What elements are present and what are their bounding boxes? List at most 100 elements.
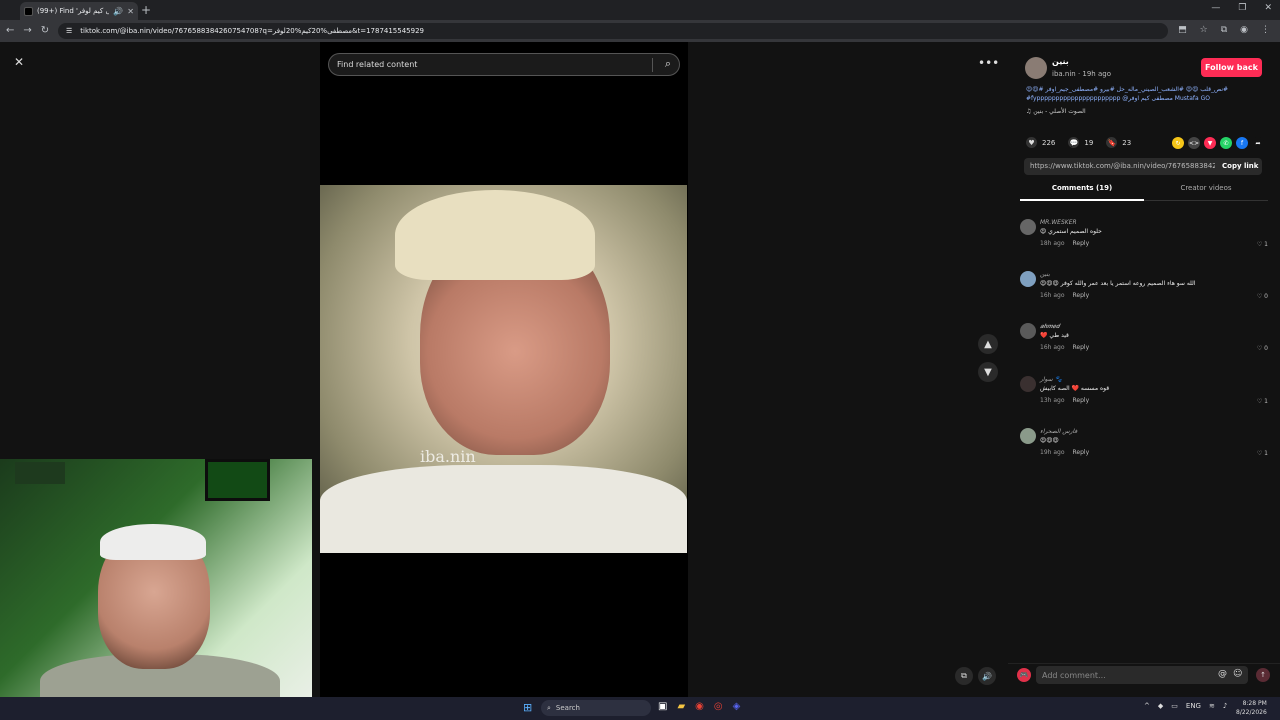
next-video-icon[interactable]: ▼ xyxy=(978,362,998,382)
app-icon[interactable]: ◎ xyxy=(714,701,723,712)
reply-button[interactable]: Reply xyxy=(1073,449,1090,456)
tab-creator-videos[interactable]: Creator videos xyxy=(1144,184,1268,201)
heart-icon: ♥ xyxy=(1026,137,1037,148)
reply-button[interactable]: Reply xyxy=(1073,240,1090,247)
add-comment-input[interactable]: Add comment... xyxy=(1036,666,1248,684)
close-video-button[interactable]: ✕ xyxy=(14,55,24,69)
chrome-icon[interactable]: ◉ xyxy=(695,701,704,712)
reply-button[interactable]: Reply xyxy=(1073,292,1090,299)
comment-meta: 16h ago Reply xyxy=(1040,292,1089,299)
comment-time: 13h ago xyxy=(1040,397,1065,404)
video-link[interactable]: https://www.tiktok.com/@iba.nin/video/76… xyxy=(1030,162,1215,170)
comment-time: 16h ago xyxy=(1040,344,1065,351)
volume-icon[interactable]: 🔊 xyxy=(978,667,996,685)
forward-icon[interactable]: → xyxy=(23,25,31,36)
minimize-icon[interactable]: — xyxy=(1211,3,1220,13)
bookmark-star-icon[interactable]: ☆ xyxy=(1200,25,1208,35)
send-comment-icon[interactable]: ↑ xyxy=(1256,668,1270,682)
commenter-avatar[interactable] xyxy=(1020,376,1036,392)
commenter-avatar[interactable] xyxy=(1020,323,1036,339)
webcam-cap xyxy=(100,524,206,560)
browser-tab-active[interactable]: (99+) Find 'مصطفى كيم لوفر' 🔊 ✕ xyxy=(20,2,138,20)
comment-like[interactable]: ♡ 1 xyxy=(1257,450,1268,457)
discord-icon[interactable]: ◈ xyxy=(733,701,741,712)
back-icon[interactable]: ← xyxy=(6,25,14,36)
engagement-stats: ♥ 226 💬 19 🔖 23 xyxy=(1026,137,1131,148)
reply-button[interactable]: Reply xyxy=(1073,344,1090,351)
more-options-icon[interactable]: ••• xyxy=(978,56,999,72)
like-stat[interactable]: ♥ 226 xyxy=(1026,137,1055,148)
whatsapp-icon[interactable]: ✆ xyxy=(1220,137,1232,149)
profile-icon[interactable]: ◉ xyxy=(1240,25,1248,35)
wifi-icon[interactable]: ≋ xyxy=(1209,702,1215,710)
lang-indicator[interactable]: ENG xyxy=(1186,702,1201,710)
send-to-friends-icon[interactable]: ▼ xyxy=(1204,137,1216,149)
search-icon[interactable]: ⌕ xyxy=(665,57,671,71)
facebook-icon[interactable]: f xyxy=(1236,137,1248,149)
comment-like[interactable]: ♡ 1 xyxy=(1257,398,1268,405)
tray-overflow-icon[interactable]: ^ xyxy=(1144,702,1150,710)
speaker-icon[interactable]: ♪ xyxy=(1223,702,1227,710)
address-bar[interactable]: ☰ tiktok.com/@iba.nin/video/767658838426… xyxy=(58,23,1168,39)
tab-comments[interactable]: Comments (19) xyxy=(1020,184,1144,201)
reload-icon[interactable]: ↻ xyxy=(41,25,49,36)
comment-like-count: 1 xyxy=(1264,450,1268,457)
comment-like[interactable]: ♡ 0 xyxy=(1257,293,1268,300)
commenter-avatar[interactable] xyxy=(1020,428,1036,444)
comment-like[interactable]: ♡ 0 xyxy=(1257,345,1268,352)
commenter-name[interactable]: سوار 🐾 xyxy=(1040,376,1062,383)
tab-audio-icon[interactable]: 🔊 xyxy=(113,7,123,16)
menu-kebab-icon[interactable]: ⋮ xyxy=(1261,25,1270,35)
commenter-name[interactable]: 𝒂𝒉𝒎𝒆𝒅 xyxy=(1040,323,1060,331)
pip-icon[interactable]: ⧉ xyxy=(955,667,973,685)
video-frame[interactable]: iba.nin xyxy=(320,185,687,553)
commenter-name[interactable]: فارس الصحراء xyxy=(1040,428,1077,435)
comment-like[interactable]: ♡ 1 xyxy=(1257,241,1268,248)
follow-back-button[interactable]: Follow back xyxy=(1201,58,1262,77)
copy-link-button[interactable]: Copy link xyxy=(1222,162,1258,170)
game-controller-icon[interactable]: 🎮 xyxy=(1017,668,1031,682)
commenter-avatar[interactable] xyxy=(1020,219,1036,235)
related-search-input[interactable]: Find related content ⌕ xyxy=(328,53,680,76)
search-placeholder: Find related content xyxy=(337,60,418,69)
emoji-icon[interactable]: ☺ xyxy=(1233,669,1242,679)
system-tray: ^ ◆ ▭ ENG ≋ ♪ xyxy=(1144,702,1227,710)
new-tab-icon[interactable]: + xyxy=(141,3,151,17)
tray-app-icon[interactable]: ◆ xyxy=(1158,702,1163,710)
site-info-icon[interactable]: ☰ xyxy=(66,27,72,35)
install-app-icon[interactable]: ⬒ xyxy=(1178,25,1187,35)
save-stat[interactable]: 🔖 23 xyxy=(1106,137,1131,148)
author-username[interactable]: بنين xyxy=(1052,57,1069,66)
tray-display-icon[interactable]: ▭ xyxy=(1171,702,1178,710)
reply-button[interactable]: Reply xyxy=(1073,397,1090,404)
system-clock[interactable]: 8:28 PM 8/22/2026 xyxy=(1236,699,1267,717)
commenter-name[interactable]: بنين xyxy=(1040,271,1050,278)
tab-close-icon[interactable]: ✕ xyxy=(127,7,134,16)
nav-buttons: ← → ↻ xyxy=(6,25,49,36)
video-shirt xyxy=(320,465,687,553)
save-count: 23 xyxy=(1122,138,1132,147)
commenter-name[interactable]: MR.WESKER xyxy=(1040,219,1077,226)
comment-like-count: 1 xyxy=(1264,241,1268,248)
mention-icon[interactable]: @ xyxy=(1218,669,1227,679)
webcam-sign xyxy=(15,462,65,484)
task-view-icon[interactable]: ▣ xyxy=(658,701,667,712)
previous-video-icon[interactable]: ▲ xyxy=(978,334,998,354)
music-label[interactable]: ♫ الصوت الأصلي - بنين xyxy=(1026,108,1086,115)
embed-icon[interactable]: <> xyxy=(1188,137,1200,149)
share-more-icon[interactable]: ➦ xyxy=(1252,137,1264,149)
repost-icon[interactable]: ↻ xyxy=(1172,137,1184,149)
maximize-icon[interactable]: ❐ xyxy=(1238,3,1246,13)
windows-start-icon[interactable]: ⊞ xyxy=(523,701,532,714)
window-close-icon[interactable]: ✕ xyxy=(1264,3,1272,13)
comment-icon: 💬 xyxy=(1068,137,1080,148)
file-explorer-icon[interactable]: ▰ xyxy=(677,701,685,712)
commenter-avatar[interactable] xyxy=(1020,271,1036,287)
taskbar-search[interactable]: ⌕ Search xyxy=(541,700,651,716)
author-avatar[interactable] xyxy=(1025,57,1047,79)
tiktok-favicon-icon xyxy=(24,6,33,16)
video-watermark: iba.nin xyxy=(420,447,476,466)
comment-stat[interactable]: 💬 19 xyxy=(1068,137,1093,148)
extensions-icon[interactable]: ⧉ xyxy=(1221,25,1227,35)
comment-item: 𝒂𝒉𝒎𝒆𝒅 ❤️ قيد طي 16h ago Reply ♡ 0 xyxy=(1020,323,1270,371)
